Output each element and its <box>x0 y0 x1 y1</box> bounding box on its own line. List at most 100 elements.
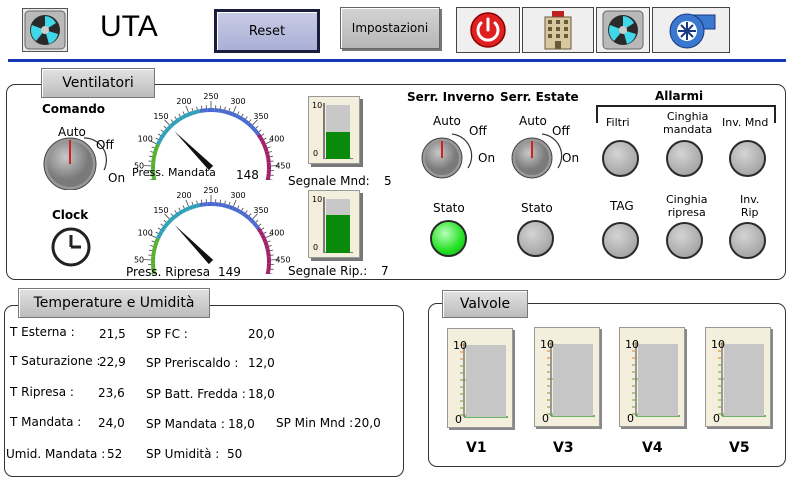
gauge-tick-label: 400 <box>269 229 284 238</box>
segnale-mnd-bar: 10 0 <box>308 96 360 164</box>
valve-v3-label: V3 <box>553 440 574 456</box>
sp-min-mnd-label: SP Min Mnd : <box>276 416 354 430</box>
alarm-tag-label: TAG <box>610 199 634 213</box>
serr-estate-auto-label: Auto <box>519 114 547 128</box>
gauge-tick <box>261 133 265 136</box>
temp-row-label: T Esterna : <box>10 325 75 339</box>
alarm-filtri-led <box>602 140 639 177</box>
gauge-tick <box>245 210 248 214</box>
clock-icon[interactable] <box>50 226 92 268</box>
comando-auto-label: Auto <box>58 125 86 139</box>
press-ripresa-value: 149 <box>218 265 241 279</box>
segnale-rip-label: Segnale Rip.: <box>288 264 368 278</box>
building-icon <box>544 11 572 50</box>
gauge-tick <box>263 231 267 234</box>
gauge-tick <box>157 227 161 230</box>
segnale-mnd-max: 10 <box>312 101 323 110</box>
temp-row-value: 24,0 <box>98 416 125 430</box>
gauge-tick <box>191 107 194 111</box>
segnale-rip-value: 7 <box>381 264 389 278</box>
building-button[interactable] <box>522 7 594 53</box>
setpoint-label: SP Preriscaldo : <box>146 356 239 370</box>
gauge-tick <box>261 227 265 230</box>
segnale-mnd-fill <box>326 132 350 159</box>
temp-row-label: Umid. Mandata : <box>6 447 106 461</box>
segnale-mnd-value: 5 <box>384 174 392 188</box>
gauge-tick <box>268 151 272 153</box>
segnale-rip-bar: 10 0 <box>308 190 360 258</box>
setpoint-label: SP Umidità : <box>146 447 220 461</box>
valve-scale-min: 0 <box>542 412 549 425</box>
clock-label: Clock <box>52 208 89 222</box>
gauge-tick <box>245 116 248 120</box>
gauge-tick-label: 450 <box>275 161 290 170</box>
valvole-title: Valvole <box>442 290 528 318</box>
segnale-rip-max: 10 <box>312 195 323 204</box>
fan-view-button[interactable] <box>596 7 650 53</box>
blower-button[interactable] <box>652 7 730 53</box>
gauge-tick <box>258 129 262 133</box>
setpoint-value: 18,0 <box>228 417 255 431</box>
sp-min-mnd-value: 20,0 <box>354 416 381 430</box>
allarmi-title: Allarmi <box>655 89 704 103</box>
gauge-tick-label: 100 <box>138 135 153 144</box>
valve-v5-label: V5 <box>729 440 750 456</box>
gauge-tick <box>224 200 226 204</box>
gauge-tick <box>228 107 231 111</box>
alarm-filtri-label: Filtri <box>606 116 630 129</box>
gauge-tick <box>149 155 153 158</box>
alarm-inv-mnd-led <box>729 140 766 177</box>
gauge-tick-label: 100 <box>138 229 153 238</box>
temp-row-value: 22,9 <box>99 355 126 369</box>
gauge-tick <box>150 151 154 153</box>
temperature-title: Temperature e Umidità <box>18 288 210 318</box>
alarm-inv-mnd-label: Inv. Mnd <box>722 116 769 129</box>
reset-button[interactable]: Reset <box>214 9 320 53</box>
settings-button[interactable]: Impostazioni <box>340 7 440 49</box>
app-title: UTA <box>100 10 158 43</box>
setpoint-label: SP Mandata : <box>146 417 225 431</box>
valve-scale-min: 0 <box>455 413 462 426</box>
gauge-tick <box>196 106 198 110</box>
valve-v4-fill <box>638 344 678 416</box>
valve-scale-max: 10 <box>453 339 467 352</box>
gauge-tick <box>255 125 259 129</box>
gauge-needle <box>174 131 214 171</box>
gauge-tick <box>182 205 185 209</box>
valve-scale-max: 10 <box>540 338 554 351</box>
gauge-tick <box>150 245 154 247</box>
gauge-tick <box>170 119 174 123</box>
serr-estate-off-label: Off <box>552 124 570 138</box>
temp-row-value: 21,5 <box>99 327 126 341</box>
setpoint-value: 18,0 <box>248 387 275 401</box>
gauge-tick-label: 350 <box>253 112 268 121</box>
serr-inverno-stato-label: Stato <box>433 201 465 215</box>
gauge-tick-label: 200 <box>176 191 191 200</box>
temp-row-label: T Ripresa : <box>10 385 74 399</box>
header-divider <box>8 59 786 62</box>
segnale-rip-fill <box>326 215 350 253</box>
fan-icon <box>602 10 644 50</box>
comando-off-label: Off <box>96 138 114 152</box>
gauge-tick <box>163 125 167 129</box>
gauge-tick <box>178 113 181 117</box>
valve-scale-min: 0 <box>627 412 634 425</box>
power-button[interactable] <box>456 7 520 53</box>
segnale-rip-min: 0 <box>313 243 319 252</box>
gauge-tick-label: 50 <box>134 255 144 264</box>
gauge-tick <box>268 245 272 247</box>
temp-row-label: T Saturazione : <box>10 354 101 368</box>
gauge-tick <box>269 249 273 252</box>
press-ripresa-label: Press. Ripresa <box>126 265 211 279</box>
alarm-cinghia-mandata-led <box>666 140 703 177</box>
gauge-tick-label: 200 <box>176 97 191 106</box>
press-mandata-label: Press. Mandata <box>132 166 216 179</box>
gauge-tick <box>224 106 226 110</box>
setpoint-label: SP FC : <box>146 327 188 341</box>
alarm-inv-rip-label: Inv. Rip <box>740 193 760 219</box>
alarm-cinghia-ripresa-led <box>666 222 703 259</box>
gauge-tick <box>174 210 177 214</box>
serr-estate-title: Serr. Estate <box>500 90 579 104</box>
temp-row-label: T Mandata : <box>10 415 82 429</box>
setpoint-value: 12,0 <box>248 356 275 370</box>
